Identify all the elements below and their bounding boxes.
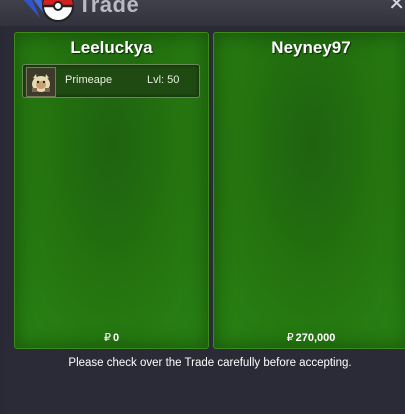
trade-notice: Please check over the Trade carefully be…	[68, 357, 352, 369]
window-titlebar[interactable]: Trade ✕	[0, 0, 405, 26]
right-money: ₽270,000	[214, 331, 405, 344]
left-offer-panel: Leeluckya Primeape Lvl: 50 ₽0	[14, 32, 209, 349]
close-button[interactable]: ✕	[388, 0, 405, 14]
right-player-name: Neyney97	[271, 38, 351, 57]
pokeball-logo-icon	[23, 0, 74, 22]
pokemon-name: Primeape	[65, 74, 113, 86]
pokemon-slot[interactable]: Primeape Lvl: 50	[22, 64, 200, 98]
trade-window: Trade ✕ Leeluckya Primeape Lvl: 50 ₽ 0 N…	[0, 0, 405, 414]
left-money-value: 0	[112, 332, 120, 344]
currency-icon: ₽	[286, 332, 294, 344]
left-player-name: Leeluckya	[70, 38, 153, 57]
right-money-value: 270,000	[295, 332, 336, 344]
primeape-icon	[26, 67, 56, 97]
window-title: Trade	[78, 0, 140, 17]
currency-icon: ₽	[103, 332, 111, 344]
right-offer-panel: Neyney97 ₽270,000	[213, 32, 405, 349]
pokemon-level: Lvl: 50	[147, 74, 180, 86]
left-money: ₽0	[15, 331, 208, 344]
